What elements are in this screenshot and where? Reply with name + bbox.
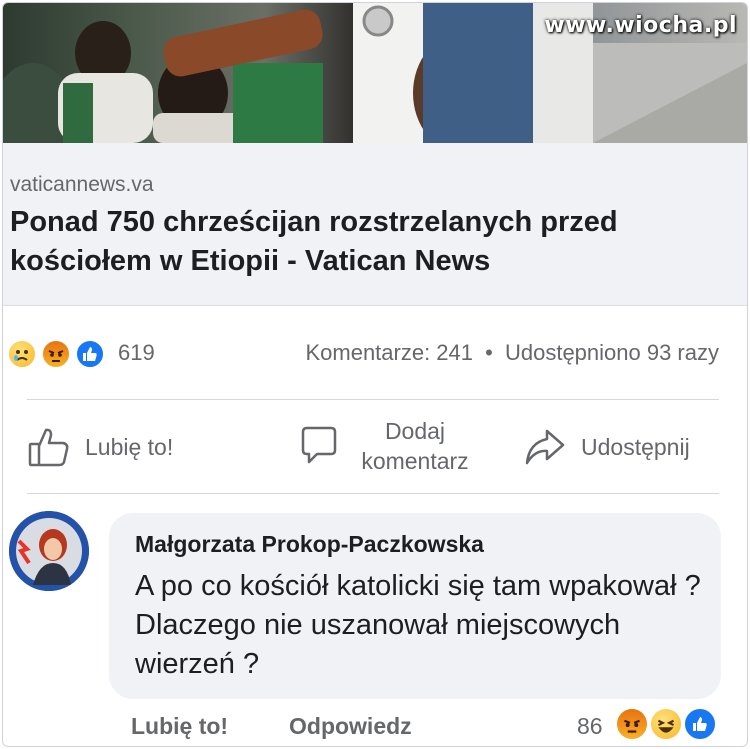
divider bbox=[27, 399, 719, 400]
divider bbox=[27, 493, 719, 494]
reactions-summary: 619 Komentarze: 241 • Udostępniono 93 ra… bbox=[3, 323, 747, 383]
link-headline[interactable]: Ponad 750 chrześcijan rozstrzelanych prz… bbox=[10, 203, 710, 281]
post-card: www.wiocha.pl vaticannews.va Ponad 750 c… bbox=[2, 2, 748, 747]
thumbs-up-icon bbox=[28, 428, 69, 467]
angry-emoji-icon[interactable] bbox=[615, 707, 649, 741]
comment-button[interactable]: Dodaj komentarz bbox=[297, 416, 475, 476]
like-button[interactable]: Lubię to! bbox=[27, 425, 173, 469]
post-actions: Lubię to! Dodaj komentarz Udostępnij bbox=[3, 401, 747, 493]
comment-label-line1: Dodaj bbox=[384, 418, 446, 444]
comment-bubble-icon bbox=[301, 426, 337, 464]
stats-separator: • bbox=[485, 340, 493, 365]
comment-like-button[interactable]: Lubię to! bbox=[131, 713, 228, 740]
share-label: Udostępnij bbox=[581, 433, 690, 460]
shares-count[interactable]: Udostępniono 93 razy bbox=[505, 340, 719, 365]
avatar-image bbox=[9, 511, 89, 591]
link-domain: vaticannews.va bbox=[10, 173, 154, 196]
comment-reply-button[interactable]: Odpowiedz bbox=[289, 713, 412, 740]
watermark: www.wiocha.pl bbox=[544, 13, 737, 38]
comment-label-line2: komentarz bbox=[361, 448, 469, 474]
avatar[interactable] bbox=[9, 511, 89, 591]
comment-label: Dodaj komentarz bbox=[355, 416, 475, 476]
post-stats: Komentarze: 241 • Udostępniono 93 razy bbox=[305, 340, 719, 366]
sad-emoji-icon[interactable] bbox=[7, 339, 37, 369]
like-label: Lubię to! bbox=[85, 433, 174, 460]
comment-reaction-count[interactable]: 86 bbox=[577, 713, 603, 740]
post-photo[interactable]: www.wiocha.pl bbox=[3, 3, 747, 143]
like-emoji-icon[interactable] bbox=[683, 707, 717, 741]
link-preview[interactable]: vaticannews.va Ponad 750 chrześcijan roz… bbox=[3, 143, 747, 306]
comment-author[interactable]: Małgorzata Prokop-Paczkowska bbox=[135, 531, 484, 558]
comment-bubble: Małgorzata Prokop-Paczkowska A po co koś… bbox=[109, 513, 721, 699]
laugh-emoji-icon[interactable] bbox=[649, 707, 683, 741]
like-emoji-icon[interactable] bbox=[75, 339, 105, 369]
comments-count[interactable]: Komentarze: 241 bbox=[305, 340, 473, 365]
share-button[interactable]: Udostępnij bbox=[523, 425, 690, 469]
reaction-count[interactable]: 619 bbox=[118, 340, 155, 366]
share-arrow-icon bbox=[525, 429, 565, 465]
comment-text: A po co kościół katolicki się tam wpakow… bbox=[135, 570, 701, 680]
angry-emoji-icon[interactable] bbox=[41, 339, 71, 369]
